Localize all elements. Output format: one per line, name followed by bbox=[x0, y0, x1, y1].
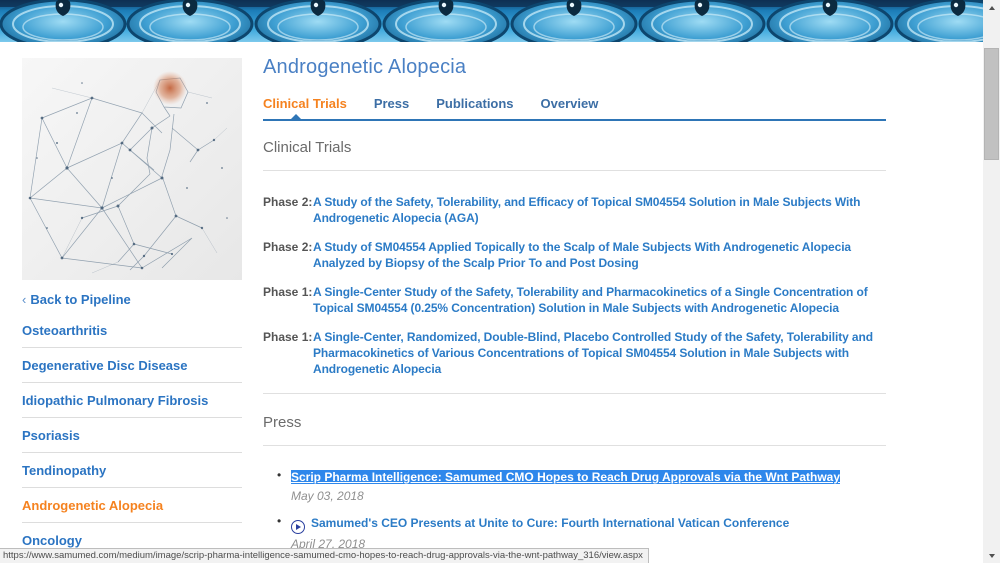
chevron-left-icon: ‹ bbox=[22, 292, 26, 307]
press-link-scrip-pharma[interactable]: Scrip Pharma Intelligence: Samumed CMO H… bbox=[291, 470, 840, 484]
tab-press[interactable]: Press bbox=[374, 96, 409, 111]
back-to-pipeline-link[interactable]: ‹ Back to Pipeline bbox=[22, 292, 242, 307]
sidebar-item-osteoarthritis[interactable]: Osteoarthritis bbox=[22, 313, 242, 348]
active-tab-pointer-icon bbox=[291, 114, 301, 119]
vertical-scrollbar[interactable] bbox=[983, 0, 1000, 563]
browser-status-url: https://www.samumed.com/medium/image/scr… bbox=[0, 548, 649, 563]
scroll-up-arrow-icon[interactable] bbox=[983, 0, 1000, 15]
main-content: Androgenetic Alopecia Clinical Trials Pr… bbox=[263, 56, 886, 563]
phase-label: Phase 1: bbox=[263, 329, 313, 377]
trial-link[interactable]: A Single-Center, Randomized, Double-Blin… bbox=[313, 329, 886, 377]
press-item: • Samumed's CEO Presents at Unite to Cur… bbox=[263, 514, 886, 551]
play-icon bbox=[291, 520, 305, 534]
header-banner-image bbox=[0, 0, 983, 42]
trial-link[interactable]: A Study of the Safety, Tolerability, and… bbox=[313, 194, 886, 226]
section-divider bbox=[263, 170, 886, 171]
sidebar-item-tendinopathy[interactable]: Tendinopathy bbox=[22, 453, 242, 488]
press-link-label: Samumed's CEO Presents at Unite to Cure:… bbox=[311, 516, 789, 530]
trial-link[interactable]: A Single-Center Study of the Safety, Tol… bbox=[313, 284, 886, 316]
scrollbar-thumb[interactable] bbox=[984, 48, 999, 160]
page-title: Androgenetic Alopecia bbox=[263, 56, 886, 79]
phase-label: Phase 1: bbox=[263, 284, 313, 316]
clinical-trials-heading: Clinical Trials bbox=[263, 139, 886, 156]
press-heading: Press bbox=[263, 414, 886, 431]
section-divider bbox=[263, 445, 886, 446]
runner-network-illustration bbox=[22, 58, 242, 280]
pipeline-nav: Osteoarthritis Degenerative Disc Disease… bbox=[22, 313, 242, 558]
tab-publications[interactable]: Publications bbox=[436, 96, 513, 111]
phase-label: Phase 2: bbox=[263, 239, 313, 271]
sidebar-item-degenerative-disc-disease[interactable]: Degenerative Disc Disease bbox=[22, 348, 242, 383]
sidebar-item-psoriasis[interactable]: Psoriasis bbox=[22, 418, 242, 453]
scroll-down-arrow-icon[interactable] bbox=[983, 548, 1000, 563]
tab-overview[interactable]: Overview bbox=[541, 96, 599, 111]
press-item: • Scrip Pharma Intelligence: Samumed CMO… bbox=[263, 468, 886, 503]
section-divider bbox=[263, 393, 886, 394]
press-date: May 03, 2018 bbox=[291, 489, 886, 503]
press-link-vatican-conference[interactable]: Samumed's CEO Presents at Unite to Cure:… bbox=[291, 516, 789, 530]
bullet-icon: • bbox=[277, 514, 291, 551]
back-to-pipeline-label: Back to Pipeline bbox=[30, 292, 130, 307]
trial-row: Phase 1: A Single-Center, Randomized, Do… bbox=[263, 329, 886, 377]
bullet-icon: • bbox=[277, 468, 291, 503]
sidebar-item-androgenetic-alopecia[interactable]: Androgenetic Alopecia bbox=[22, 488, 242, 523]
trial-row: Phase 1: A Single-Center Study of the Sa… bbox=[263, 284, 886, 316]
tab-underline bbox=[263, 119, 886, 121]
trial-row: Phase 2: A Study of the Safety, Tolerabi… bbox=[263, 194, 886, 226]
trial-link[interactable]: A Study of SM04554 Applied Topically to … bbox=[313, 239, 886, 271]
sidebar-item-idiopathic-pulmonary-fibrosis[interactable]: Idiopathic Pulmonary Fibrosis bbox=[22, 383, 242, 418]
sidebar: ‹ Back to Pipeline Osteoarthritis Degener… bbox=[22, 58, 242, 558]
tab-bar: Clinical Trials Press Publications Overv… bbox=[263, 96, 886, 111]
tab-clinical-trials[interactable]: Clinical Trials bbox=[263, 96, 347, 111]
trials-list: Phase 2: A Study of the Safety, Tolerabi… bbox=[263, 194, 886, 377]
phase-label: Phase 2: bbox=[263, 194, 313, 226]
trial-row: Phase 2: A Study of SM04554 Applied Topi… bbox=[263, 239, 886, 271]
